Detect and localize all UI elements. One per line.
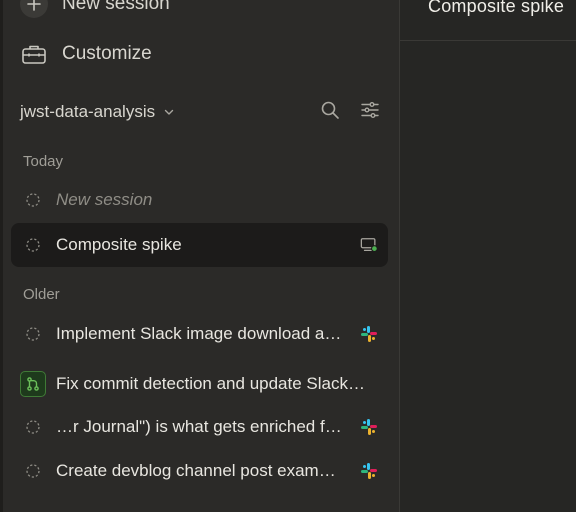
session-item[interactable]: Create devblog channel post exam… [11, 449, 388, 493]
session-title: …r Journal") is what gets enriched f… [56, 417, 342, 436]
new-session-button[interactable]: New session [20, 0, 170, 18]
session-title: Create devblog channel post exam… [56, 461, 336, 480]
main-header: Composite spike [400, 0, 576, 41]
session-item-active[interactable]: Composite spike [11, 223, 388, 267]
main-panel: Composite spike [400, 0, 576, 512]
toolbox-icon [20, 40, 48, 68]
section-label-today: Today [23, 153, 64, 170]
dashed-circle-icon [25, 192, 41, 208]
new-session-label: New session [62, 0, 170, 14]
dashed-circle-icon [25, 463, 41, 479]
sidebar: New session Customize jwst-data-analysis [0, 0, 400, 512]
customize-label: Customize [62, 43, 152, 64]
project-name: jwst-data-analysis [20, 102, 156, 121]
dashed-circle-icon [25, 237, 41, 253]
project-selector[interactable]: jwst-data-analysis [20, 102, 175, 122]
monitor-icon [360, 236, 378, 254]
page-title: Composite spike [428, 0, 565, 16]
session-item[interactable]: Implement Slack image download a… [11, 312, 388, 356]
customize-button[interactable]: Customize [20, 40, 152, 68]
slack-icon [360, 462, 378, 480]
session-title: New session [56, 190, 153, 209]
dashed-circle-icon [25, 326, 41, 342]
session-item[interactable]: New session [11, 178, 388, 222]
slack-icon [360, 325, 378, 343]
dashed-circle-icon [25, 419, 41, 435]
session-item[interactable]: Fix commit detection and update Slack… [11, 362, 388, 406]
chevron-down-icon [163, 106, 175, 118]
project-actions [320, 100, 380, 120]
filter-sliders-icon[interactable] [360, 100, 380, 120]
session-title: Implement Slack image download a… [56, 324, 342, 343]
search-icon[interactable] [320, 100, 340, 120]
section-label-older: Older [23, 286, 60, 303]
git-branch-icon [20, 371, 46, 397]
session-title: Fix commit detection and update Slack… [56, 374, 365, 393]
project-header: jwst-data-analysis [20, 100, 380, 124]
slack-icon [360, 418, 378, 436]
session-title: Composite spike [56, 235, 182, 254]
session-item[interactable]: …r Journal") is what gets enriched f… [11, 405, 388, 449]
plus-icon [20, 0, 48, 18]
